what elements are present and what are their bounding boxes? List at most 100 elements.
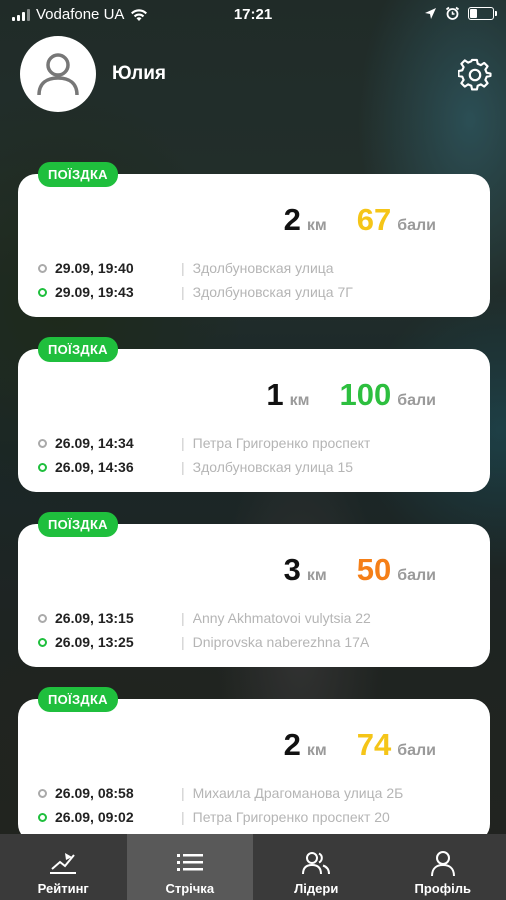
separator: | — [181, 809, 185, 825]
users-icon — [302, 852, 331, 875]
distance-unit: км — [306, 217, 327, 234]
end-time: 29.09, 19:43 — [55, 284, 134, 300]
start-dot-icon — [38, 613, 47, 623]
tab-rating[interactable]: Рейтинг — [0, 834, 127, 900]
end-time: 26.09, 09:02 — [55, 809, 134, 825]
distance-value: 1 — [266, 377, 284, 412]
tab-profile[interactable]: Профіль — [380, 834, 506, 900]
points-unit: бали — [397, 742, 436, 759]
trip-route: 26.09, 13:15 | Anny Akhmatovoi vulytsia … — [38, 606, 480, 654]
points-value: 67 — [356, 202, 392, 237]
distance-value: 2 — [283, 727, 301, 762]
gear-icon — [457, 58, 492, 91]
trip-route: 26.09, 14:34 | Петра Григоренко проспект… — [38, 431, 480, 479]
trip-metrics: 1 км 100 бали — [266, 377, 436, 413]
trip-start-row: 26.09, 13:15 | Anny Akhmatovoi vulytsia … — [38, 606, 480, 630]
distance-unit: км — [289, 392, 310, 409]
trip-card-body[interactable]: 2 км 74 бали 26.09, 08:58 | Михаила Драг… — [18, 699, 490, 842]
trip-card-body[interactable]: 3 км 50 бали 26.09, 13:15 | Anny Akhmato… — [18, 524, 490, 667]
start-address: Петра Григоренко проспект — [192, 435, 371, 451]
trip-start-row: 29.09, 19:40 | Здолбуновская улица — [38, 256, 480, 280]
rating-chart-icon — [50, 853, 77, 874]
trip-metrics: 3 км 50 бали — [284, 552, 436, 588]
distance-value: 2 — [283, 202, 301, 237]
trip-card[interactable]: ПОЇЗДКА 1 км 100 бали 26.09, 14:34 | Пет… — [18, 337, 490, 512]
end-dot-icon — [38, 637, 47, 647]
points-value: 50 — [356, 552, 392, 587]
end-address: Петра Григоренко проспект 20 — [192, 809, 390, 825]
trip-start-row: 26.09, 14:34 | Петра Григоренко проспект — [38, 431, 480, 455]
trip-end-row: 26.09, 14:36 | Здолбуновская улица 15 — [38, 455, 480, 479]
end-address: Здолбуновская улица 15 — [192, 459, 354, 475]
tab-label: Лідери — [294, 881, 339, 896]
trip-tag: ПОЇЗДКА — [38, 162, 118, 187]
start-time: 26.09, 08:58 — [55, 785, 134, 801]
trip-start-row: 26.09, 08:58 | Михаила Драгоманова улица… — [38, 781, 480, 805]
end-time: 26.09, 13:25 — [55, 634, 134, 650]
tab-label: Стрічка — [165, 881, 215, 896]
separator: | — [181, 610, 185, 626]
end-dot-icon — [38, 287, 47, 297]
distance-unit: км — [306, 742, 327, 759]
points-unit: бали — [397, 217, 436, 234]
status-bar: Vodafone UA 17:21 — [0, 0, 506, 30]
tab-label: Профіль — [414, 881, 471, 896]
trip-card[interactable]: ПОЇЗДКА 2 км 67 бали 29.09, 19:40 | Здол… — [18, 162, 490, 337]
user-name: Юлия — [112, 63, 166, 84]
battery-icon — [468, 7, 497, 20]
bottom-tab-bar: Рейтинг Стрічка Лідери Профіль — [0, 834, 506, 900]
alarm-icon — [445, 6, 460, 20]
separator: | — [181, 260, 185, 276]
tab-feed[interactable]: Стрічка — [126, 834, 253, 900]
profile-header: Юлия — [20, 36, 492, 112]
trip-feed[interactable]: ПОЇЗДКА 2 км 67 бали 29.09, 19:40 | Здол… — [18, 162, 490, 862]
trip-metrics: 2 км 74 бали — [284, 727, 436, 763]
end-address: Здолбуновская улица 7Г — [192, 284, 353, 300]
start-dot-icon — [38, 263, 47, 273]
tab-label: Рейтинг — [37, 881, 89, 896]
start-address: Михаила Драгоманова улица 2Б — [192, 785, 404, 801]
separator: | — [181, 785, 185, 801]
trip-end-row: 26.09, 13:25 | Dniprovska naberezhna 17A — [38, 630, 480, 654]
start-address: Anny Akhmatovoi vulytsia 22 — [192, 610, 371, 626]
points-unit: бали — [397, 392, 436, 409]
list-icon — [176, 854, 203, 871]
status-right — [424, 6, 497, 21]
end-dot-icon — [38, 462, 47, 472]
end-time: 26.09, 14:36 — [55, 459, 134, 475]
points-value: 74 — [356, 727, 392, 762]
trip-card[interactable]: ПОЇЗДКА 3 км 50 бали 26.09, 13:15 | Anny… — [18, 512, 490, 687]
trip-end-row: 29.09, 19:43 | Здолбуновская улица 7Г — [38, 280, 480, 304]
start-dot-icon — [38, 438, 47, 448]
separator: | — [181, 634, 185, 650]
start-dot-icon — [38, 788, 47, 798]
tab-leaders[interactable]: Лідери — [253, 834, 380, 900]
trip-route: 29.09, 19:40 | Здолбуновская улица 29.09… — [38, 256, 480, 304]
settings-button[interactable] — [457, 58, 492, 92]
end-dot-icon — [38, 812, 47, 822]
points-unit: бали — [397, 567, 436, 584]
trip-tag: ПОЇЗДКА — [38, 512, 118, 537]
trip-tag: ПОЇЗДКА — [38, 337, 118, 362]
start-time: 26.09, 13:15 — [55, 610, 134, 626]
location-arrow-icon — [425, 8, 436, 19]
trip-tag: ПОЇЗДКА — [38, 687, 118, 712]
user-placeholder-icon — [37, 53, 79, 96]
distance-value: 3 — [283, 552, 301, 587]
start-address: Здолбуновская улица — [192, 260, 334, 276]
separator: | — [181, 459, 185, 475]
start-time: 26.09, 14:34 — [55, 435, 134, 451]
start-time: 29.09, 19:40 — [55, 260, 134, 276]
avatar[interactable] — [20, 36, 96, 112]
trip-metrics: 2 км 67 бали — [284, 202, 436, 238]
trip-end-row: 26.09, 09:02 | Петра Григоренко проспект… — [38, 805, 480, 829]
distance-unit: км — [306, 567, 327, 584]
trip-card-body[interactable]: 2 км 67 бали 29.09, 19:40 | Здолбуновска… — [18, 174, 490, 317]
end-address: Dniprovska naberezhna 17A — [192, 634, 370, 650]
points-value: 100 — [339, 377, 392, 412]
profile-icon — [430, 851, 455, 877]
trip-route: 26.09, 08:58 | Михаила Драгоманова улица… — [38, 781, 480, 829]
separator: | — [181, 435, 185, 451]
trip-card-body[interactable]: 1 км 100 бали 26.09, 14:34 | Петра Григо… — [18, 349, 490, 492]
separator: | — [181, 284, 185, 300]
